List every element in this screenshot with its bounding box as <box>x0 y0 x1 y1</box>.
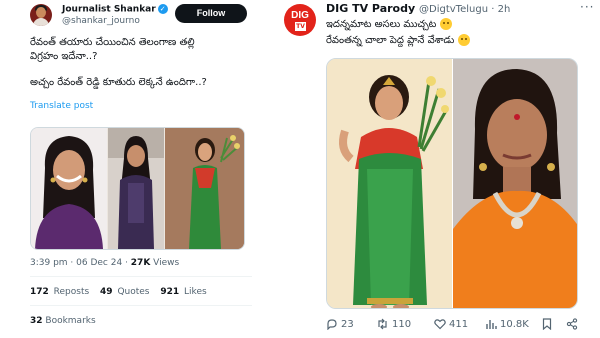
tweet-meta: 3:39 pm · 06 Dec 24 · 27K Views <box>30 258 180 268</box>
views-button[interactable]: 10.8K <box>486 318 529 330</box>
tweet-actions: 23 110 411 10.8K <box>326 318 578 334</box>
media-photo-statue-painting[interactable] <box>165 128 244 249</box>
media-photo-statue-painting[interactable] <box>327 59 452 308</box>
media-photo-smiling-woman[interactable] <box>31 128 107 249</box>
engagement-stats: 172 Reposts 49 Quotes 921 Likes <box>30 287 207 297</box>
translate-post-link[interactable]: Translate post <box>30 101 93 111</box>
tweet-text: ఇదన్నమాట అసలు ముచ్చట <box>326 18 586 32</box>
more-options-icon[interactable]: ··· <box>580 0 594 14</box>
author-handle[interactable]: @DigtvTelugu <box>419 4 488 15</box>
bookmark-button[interactable] <box>542 318 555 331</box>
bookmarks-stat[interactable]: 32 Bookmarks <box>30 316 96 326</box>
tweet-time[interactable]: 3:39 pm <box>30 258 68 268</box>
likes-stat[interactable]: 921 Likes <box>160 287 206 297</box>
author-handle[interactable]: @shankar_journo <box>62 16 140 26</box>
tweet-text-second: రేవంతన్న చాలా పెద్ద ప్లానే వేశాడు <box>326 34 586 48</box>
bookmark-icon <box>542 318 552 331</box>
tweet-time[interactable]: 2h <box>498 4 511 15</box>
verified-badge-icon: ✓ <box>157 4 168 14</box>
tweet-header: Journalist Shankar ✓ @shankar_journo Foll… <box>30 4 252 40</box>
quotes-stat[interactable]: 49 Quotes <box>100 287 149 297</box>
repost-icon <box>378 318 387 330</box>
avatar[interactable] <box>30 4 52 26</box>
left-tweet: Journalist Shankar ✓ @shankar_journo Foll… <box>0 0 262 338</box>
tweet-date[interactable]: 06 Dec 24 <box>76 258 122 268</box>
divider <box>30 305 252 306</box>
heart-icon <box>434 319 446 330</box>
reply-icon <box>327 319 337 331</box>
media-photo-standing-woman[interactable] <box>108 128 164 249</box>
reply-button[interactable]: 23 <box>326 318 354 331</box>
repost-button[interactable]: 110 <box>376 318 411 330</box>
tweet-media-grid[interactable] <box>326 58 578 309</box>
views-chart-icon <box>486 320 497 329</box>
reposts-stat[interactable]: 172 Reposts <box>30 287 89 297</box>
views-count: 27K <box>130 258 151 268</box>
share-icon <box>566 318 578 330</box>
right-tweet: DIG TV DIG TV Parody @DigtvTelugu · 2h ·… <box>262 0 600 338</box>
author-line: DIG TV Parody @DigtvTelugu · 2h <box>326 2 511 15</box>
like-button[interactable]: 411 <box>434 318 468 330</box>
share-button[interactable] <box>566 318 581 330</box>
smile-emoji-icon <box>457 34 470 46</box>
avatar[interactable]: DIG TV <box>284 4 316 36</box>
follow-button[interactable]: Follow <box>175 4 247 23</box>
tweet-text: రేవంత్ తయారు చేయించిన తెలంగాణ తల్లి విగ్… <box>30 37 195 62</box>
tweet-text-second: అచ్చం రేవంత్ రెడ్డి కూతురు లెక్కనే ఉందిగ… <box>30 77 207 88</box>
divider <box>30 276 252 277</box>
thinking-emoji-icon <box>439 18 452 30</box>
author-name[interactable]: DIG TV Parody <box>326 2 415 15</box>
media-photo-woman-portrait[interactable] <box>453 59 577 308</box>
tweet-media-grid[interactable] <box>30 127 245 250</box>
author-name[interactable]: Journalist Shankar ✓ <box>62 4 168 15</box>
